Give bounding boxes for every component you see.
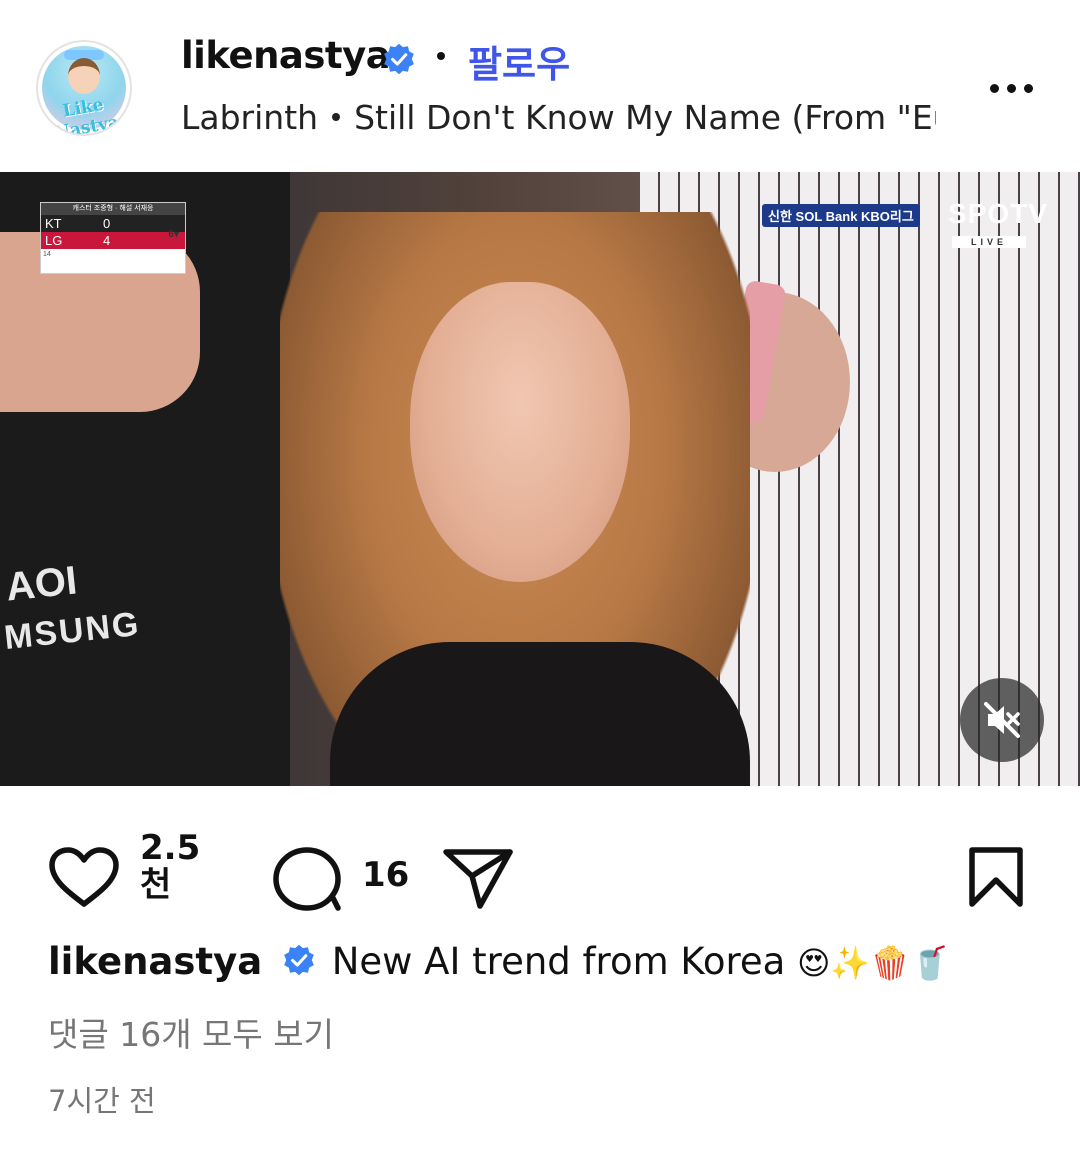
verified-badge-icon	[284, 944, 314, 976]
inning-indicator: 6▾	[168, 229, 179, 240]
music-title: Still Don't Know My Name (From "Euphoria…	[354, 98, 936, 137]
more-dot	[1006, 83, 1016, 93]
follow-button[interactable]: 팔로우	[468, 34, 570, 88]
video-body	[330, 642, 750, 786]
scoreboard-overlay: 캐스터 조중형 · 해설 서재응 KT 0 LG 4 6▾ 14	[40, 202, 186, 274]
post-video[interactable]: AOI MSUNG 캐스터 조중형 · 해설 서재응 KT 0 LG 4 6▾ …	[0, 172, 1080, 786]
avatar-logo-text: Like Nastya	[53, 94, 121, 136]
like-count-value: 2.5	[140, 828, 201, 868]
post-header: Like Nastya likenastya 팔로우 Labrinth Still…	[0, 0, 1080, 172]
separator-dot	[332, 112, 341, 121]
caption-username[interactable]: likenastya	[48, 940, 262, 983]
broadcast-label: 신한 SOL Bank KBO리그	[762, 204, 920, 227]
verified-badge-icon	[384, 43, 414, 75]
send-icon[interactable]	[440, 846, 516, 910]
view-all-comments-link[interactable]: 댓글 16개 모두 보기	[48, 1008, 334, 1056]
caption-emojis: 😍✨🍿🥤	[797, 944, 950, 982]
like-count-unit: 천	[140, 865, 172, 906]
scoreboard-team-row: LG 4	[41, 232, 185, 249]
more-options-icon[interactable]	[978, 70, 1044, 106]
video-face	[410, 282, 630, 582]
team-name: KT	[45, 216, 62, 231]
pitch-count: 14	[43, 251, 51, 258]
more-dot	[1023, 83, 1033, 93]
post-timestamp: 7시간 전	[48, 1084, 156, 1118]
video-shirt-text: AOI	[3, 558, 80, 610]
separator-dot	[437, 52, 445, 60]
heart-icon[interactable]	[48, 846, 120, 910]
music-info[interactable]: Labrinth Still Don't Know My Name (From "…	[181, 98, 936, 137]
post-username[interactable]: likenastya	[181, 34, 391, 77]
avatar-image: Like Nastya	[42, 46, 126, 134]
scoreboard-header: 캐스터 조중형 · 해설 서재응	[41, 203, 185, 215]
music-artist: Labrinth	[181, 98, 319, 137]
more-dot	[989, 83, 999, 93]
channel-logo: SPOTV	[948, 198, 1048, 229]
live-badge: LIVE	[952, 236, 1026, 248]
team-score: 4	[103, 233, 111, 248]
comment-icon[interactable]	[270, 844, 344, 914]
comment-count[interactable]: 16	[362, 855, 409, 895]
avatar[interactable]: Like Nastya	[36, 40, 132, 136]
caption-text: New AI trend from Korea	[331, 940, 786, 983]
post-caption: likenastya New AI trend from Korea 😍✨🍿🥤	[48, 940, 950, 983]
team-name: LG	[45, 233, 63, 248]
team-score: 0	[103, 216, 111, 231]
scoreboard-team-row: KT 0	[41, 215, 185, 232]
mute-button[interactable]	[960, 678, 1044, 762]
bookmark-icon[interactable]	[966, 846, 1026, 908]
muted-speaker-icon	[984, 702, 1020, 738]
avatar-face	[68, 58, 100, 94]
like-count[interactable]: 2.5 천	[140, 828, 201, 906]
